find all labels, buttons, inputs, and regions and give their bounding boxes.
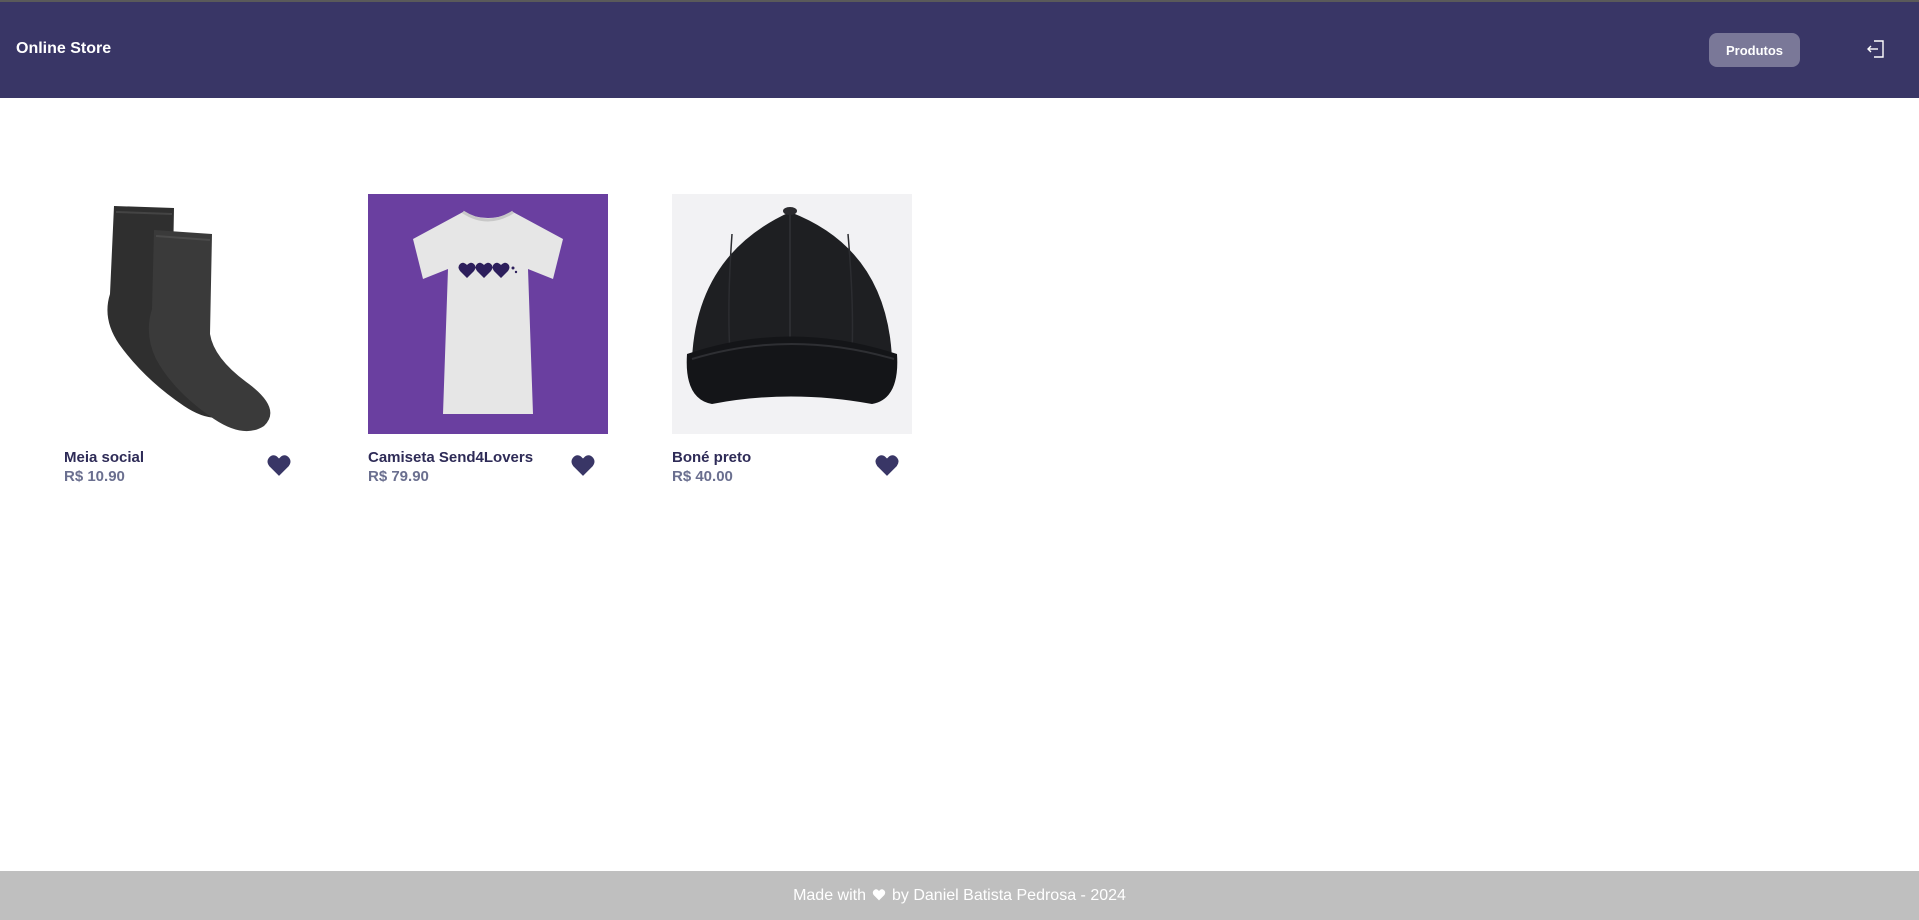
product-image-tshirt[interactable] xyxy=(368,194,608,434)
product-grid: Meia social R$ 10.90 Camiseta Send4Lover xyxy=(0,98,1919,871)
footer-text-suffix: by Daniel Batista Pedrosa - 2024 xyxy=(892,886,1126,904)
heart-icon[interactable] xyxy=(874,453,900,477)
product-name[interactable]: Meia social xyxy=(64,449,144,466)
product-image-cap[interactable] xyxy=(672,194,912,434)
products-button[interactable]: Produtos xyxy=(1709,33,1800,67)
footer-text-prefix: Made with xyxy=(793,886,866,904)
page-footer: Made with by Daniel Batista Pedrosa - 20… xyxy=(0,871,1919,920)
heart-icon[interactable] xyxy=(266,453,292,477)
heart-icon[interactable] xyxy=(570,453,596,477)
product-name[interactable]: Boné preto xyxy=(672,449,751,466)
product-info: Meia social R$ 10.90 xyxy=(64,434,304,494)
product-price: R$ 10.90 xyxy=(64,468,125,485)
heart-icon xyxy=(872,888,886,901)
product-image-socks[interactable] xyxy=(64,194,304,434)
top-navbar: Online Store Produtos xyxy=(0,2,1919,98)
product-name[interactable]: Camiseta Send4Lovers xyxy=(368,449,533,466)
product-card[interactable]: Camiseta Send4Lovers R$ 79.90 xyxy=(368,194,608,494)
product-info: Boné preto R$ 40.00 xyxy=(672,434,912,494)
product-price: R$ 40.00 xyxy=(672,468,733,485)
product-price: R$ 79.90 xyxy=(368,468,429,485)
product-info: Camiseta Send4Lovers R$ 79.90 xyxy=(368,434,608,494)
product-card[interactable]: Boné preto R$ 40.00 xyxy=(672,194,912,494)
logout-icon[interactable] xyxy=(1865,38,1887,60)
product-card[interactable]: Meia social R$ 10.90 xyxy=(64,194,304,494)
brand-title[interactable]: Online Store xyxy=(16,40,111,58)
